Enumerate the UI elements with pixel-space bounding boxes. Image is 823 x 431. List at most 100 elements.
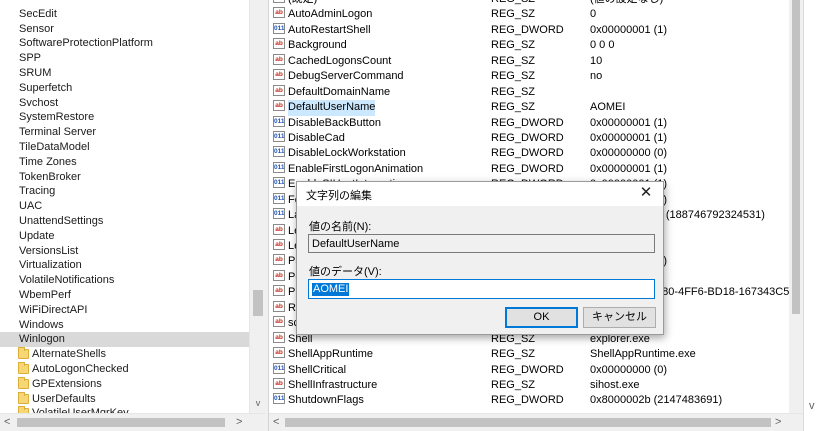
- value-row[interactable]: 011 DisableBackButton REG_DWORD 0x00000001 …: [269, 115, 789, 131]
- value-row[interactable]: 011 ShellCritical REG_DWORD 0x00000000 (0): [269, 362, 789, 378]
- cancel-button[interactable]: キャンセル: [583, 307, 656, 328]
- tree-key-item[interactable]: SystemRestore: [0, 110, 249, 125]
- window-scroll-down-arrow[interactable]: v: [809, 400, 815, 412]
- tree-key-item[interactable]: SRUM: [0, 66, 249, 81]
- value-type-cell: REG_DWORD: [491, 23, 564, 36]
- value-row[interactable]: ab ShellAppRuntime REG_SZ ShellAppRuntime.e…: [269, 347, 789, 362]
- value-name-field[interactable]: DefaultUserName: [308, 234, 655, 253]
- values-scroll-right-arrow[interactable]: >: [775, 416, 781, 428]
- tree-key-item[interactable]: SoftwareProtectionPlatform: [0, 36, 249, 51]
- binary-value-icon: 011: [273, 22, 285, 34]
- value-data-cell: 0x00000001 (1): [590, 162, 668, 175]
- value-row[interactable]: ab AutoAdminLogon REG_SZ 0: [269, 7, 789, 22]
- string-value-icon: ab: [273, 254, 285, 266]
- folder-icon: [18, 361, 29, 374]
- value-data-text: AOMEI: [312, 283, 350, 296]
- tree-horizontal-scrollbar[interactable]: < >: [0, 413, 265, 431]
- tree-key-item[interactable]: [0, 0, 249, 7]
- values-horizontal-scroll-thumb[interactable]: [285, 418, 771, 427]
- string-value-icon: ab: [273, 53, 285, 65]
- tree-scroll-left-arrow[interactable]: <: [4, 416, 10, 428]
- tree-key-item[interactable]: Windows: [0, 318, 249, 333]
- tree-key-item[interactable]: WiFiDirectAPI: [0, 303, 249, 318]
- tree-key-item[interactable]: UnattendSettings: [0, 214, 249, 229]
- value-data-cell: no: [590, 70, 603, 83]
- dialog-titlebar[interactable]: 文字列の編集 ✕: [297, 182, 663, 206]
- values-horizontal-scrollbar[interactable]: < >: [269, 413, 803, 431]
- tree-key-item[interactable]: SecEdit: [0, 7, 249, 22]
- tree-key-item[interactable]: Sensor: [0, 22, 249, 37]
- value-row[interactable]: 011 DisableLockWorkstation REG_DWORD 0x0000…: [269, 146, 789, 161]
- value-row[interactable]: ab DefaultDomainName REG_SZ: [269, 84, 789, 100]
- tree-key-item[interactable]: Virtualization: [0, 258, 249, 273]
- tree-subkey-item[interactable]: AlternateShells: [0, 347, 249, 362]
- tree-key-item[interactable]: VersionsList: [0, 244, 249, 259]
- value-name-cell: AutoRestartShell: [288, 23, 371, 36]
- value-data-cell: AOMEI: [590, 101, 626, 114]
- value-name-cell: Background: [288, 39, 347, 52]
- value-row[interactable]: 011 AutoRestartShell REG_DWORD 0x00000001 (…: [269, 22, 789, 38]
- tree-key-item[interactable]: Time Zones: [0, 155, 249, 170]
- binary-value-icon: 011: [273, 146, 285, 158]
- value-row[interactable]: ab(既定) REG_SZ (値の設定なし): [269, 0, 789, 7]
- tree-item-label: Update: [19, 229, 55, 242]
- tree-key-item[interactable]: Superfetch: [0, 81, 249, 96]
- tree-key-item[interactable]: Winlogon: [0, 332, 249, 348]
- tree-key-item[interactable]: Tracing: [0, 184, 249, 199]
- value-data-cell: sihost.exe: [590, 378, 640, 391]
- value-row[interactable]: 011 DisableCad REG_DWORD 0x00000001 (1): [269, 130, 789, 146]
- values-vertical-scrollbar[interactable]: [789, 0, 803, 413]
- tree-key-item[interactable]: WbemPerf: [0, 288, 249, 303]
- tree-key-item[interactable]: SPP: [0, 51, 249, 66]
- tree-vertical-scrollbar[interactable]: v: [249, 0, 265, 413]
- string-value-icon: ab: [273, 7, 285, 19]
- dialog-title: 文字列の編集: [306, 190, 372, 202]
- value-data-cell: 0 0 0: [590, 39, 615, 52]
- value-name-cell: CachedLogonsCount: [288, 54, 392, 67]
- string-value-icon: ab: [273, 316, 285, 328]
- window-right-edge: v: [803, 0, 823, 431]
- tree-subkey-item[interactable]: AutoLogonChecked: [0, 361, 249, 377]
- value-row[interactable]: ab Background REG_SZ 0 0 0: [269, 38, 789, 53]
- value-data-cell: 0: [590, 8, 597, 21]
- value-row[interactable]: 011 ShutdownFlags REG_DWORD 0x8000002b (214…: [269, 393, 789, 408]
- tree-subkey-item[interactable]: GPExtensions: [0, 376, 249, 392]
- registry-key-tree[interactable]: SecEdit Sensor SoftwareProtectionPlatform S…: [0, 0, 265, 431]
- binary-value-icon: 011: [273, 393, 285, 405]
- binary-value-icon: 011: [273, 192, 285, 204]
- value-data-cell: 0x00000000 (0): [590, 363, 668, 376]
- string-value-icon: ab: [273, 269, 285, 281]
- tree-key-item[interactable]: UAC: [0, 199, 249, 214]
- folder-icon: [18, 391, 29, 404]
- value-data-label: 値のデータ(V):: [309, 266, 382, 278]
- value-row[interactable]: 011 EnableFirstLogonAnimation REG_DWORD 0x0…: [269, 161, 789, 177]
- values-vertical-scroll-thumb[interactable]: [792, 0, 800, 314]
- tree-item-label: Tracing: [19, 185, 56, 198]
- string-value-icon: ab: [273, 347, 285, 359]
- ok-button[interactable]: OK: [505, 307, 578, 328]
- tree-key-item[interactable]: Update: [0, 229, 249, 244]
- value-row[interactable]: ab DefaultUserName REG_SZ AOMEI: [269, 100, 789, 116]
- value-type-cell: REG_DWORD: [491, 363, 564, 376]
- tree-vertical-scroll-thumb[interactable]: [253, 290, 263, 316]
- tree-horizontal-scroll-thumb[interactable]: [17, 418, 225, 427]
- tree-key-item[interactable]: TokenBroker: [0, 170, 249, 185]
- values-scroll-left-arrow[interactable]: <: [273, 416, 279, 428]
- tree-item-label: SRUM: [19, 66, 52, 79]
- tree-key-item[interactable]: Svchost: [0, 96, 249, 111]
- value-row[interactable]: ab CachedLogonsCount REG_SZ 10: [269, 53, 789, 69]
- value-data-input[interactable]: AOMEI: [308, 279, 655, 299]
- tree-item-label: SPP: [19, 52, 42, 65]
- string-value-icon: ab: [273, 38, 285, 50]
- tree-key-item[interactable]: TileDataModel: [0, 140, 249, 155]
- tree-scroll-right-arrow[interactable]: >: [236, 416, 242, 428]
- tree-subkey-item[interactable]: UserDefaults: [0, 391, 249, 407]
- value-row[interactable]: ab ShellInfrastructure REG_SZ sihost.exe: [269, 377, 789, 393]
- tree-scroll-down-arrow[interactable]: v: [254, 398, 262, 408]
- tree-key-item[interactable]: Terminal Server: [0, 125, 249, 140]
- value-name-cell: DefaultUserName: [288, 100, 376, 116]
- folder-icon: [18, 347, 29, 360]
- tree-key-item[interactable]: VolatileNotifications: [0, 273, 249, 288]
- close-icon[interactable]: ✕: [635, 184, 657, 204]
- value-row[interactable]: ab DebugServerCommand REG_SZ no: [269, 69, 789, 84]
